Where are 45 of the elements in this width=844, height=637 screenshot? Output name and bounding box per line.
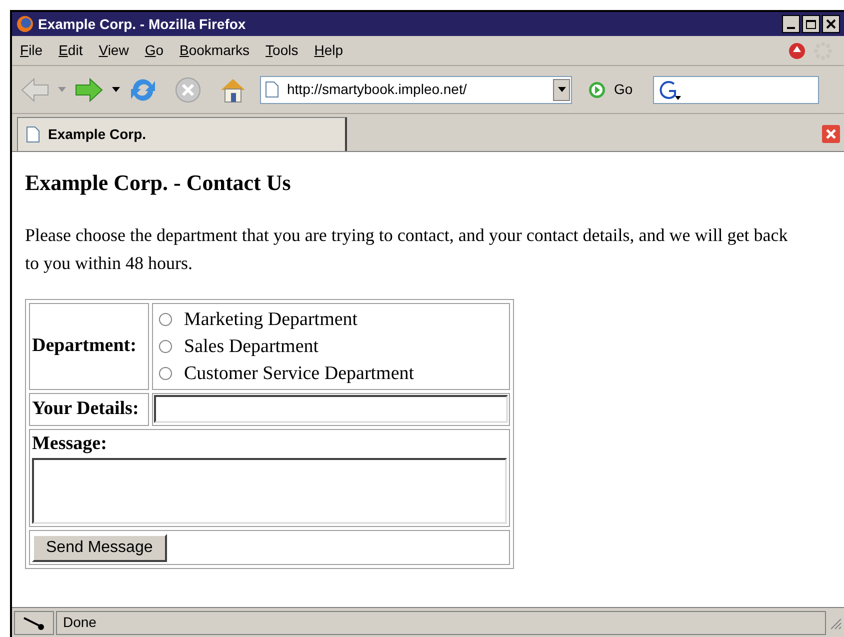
field-label: Department: xyxy=(32,335,136,356)
menu-item[interactable]: Bookmarks xyxy=(180,40,250,61)
menu-item[interactable]: Go xyxy=(144,40,164,61)
menu-item[interactable]: View xyxy=(98,40,129,61)
go-button[interactable]: Go xyxy=(614,79,633,100)
window-title: Example Corp. - Mozilla Firefox xyxy=(38,14,246,34)
details-input[interactable] xyxy=(154,395,508,424)
radio-label: Sales Department xyxy=(184,335,319,359)
radio-label: Customer Service Department xyxy=(184,362,414,386)
search-engine-icon[interactable] xyxy=(658,78,682,100)
search-field[interactable] xyxy=(652,76,819,104)
url-text: http://smartybook.impleo.net/ xyxy=(287,80,467,99)
radio-button[interactable] xyxy=(159,367,172,380)
intro-paragraph: Please choose the department that you are trying to contact, and your contact details, and we will get back to you within 48 hours. xyxy=(25,224,789,275)
minimize-button[interactable] xyxy=(782,15,800,33)
field-label: Your Details: xyxy=(32,398,139,419)
address-field[interactable]: http://smartybook.impleo.net/ xyxy=(260,76,572,104)
message-textarea[interactable] xyxy=(32,458,507,524)
pen-icon xyxy=(22,616,46,630)
caret-icon xyxy=(558,87,566,92)
page-icon xyxy=(265,81,279,98)
stop-icon[interactable] xyxy=(174,76,202,104)
radio-label: Marketing Department xyxy=(184,308,358,332)
radio-button[interactable] xyxy=(159,340,172,353)
close-icon xyxy=(826,19,836,29)
dropdown-button[interactable] xyxy=(553,78,570,100)
send-message-button[interactable]: Send Message xyxy=(32,534,167,562)
alert-icon[interactable] xyxy=(788,42,806,60)
radio-button[interactable] xyxy=(159,313,172,326)
close-tab-icon[interactable] xyxy=(822,125,840,143)
page-icon xyxy=(26,126,40,143)
status-text: Done xyxy=(63,613,96,632)
menu-item[interactable]: File xyxy=(20,40,43,61)
close-button[interactable] xyxy=(822,15,840,33)
maximize-button[interactable] xyxy=(802,15,820,33)
tab[interactable]: Example Corp. xyxy=(17,117,347,151)
resize-grip-icon[interactable] xyxy=(828,616,842,630)
caret-icon[interactable] xyxy=(112,86,120,92)
menu-item[interactable]: Help xyxy=(314,40,344,61)
menu-item[interactable]: Tools xyxy=(266,40,298,61)
forward-arrow-icon[interactable] xyxy=(74,76,104,102)
field-label: Message: xyxy=(32,432,108,456)
page-heading: Example Corp. - Contact Us xyxy=(25,169,292,197)
menu-item[interactable]: Edit xyxy=(58,40,83,61)
security-indicator[interactable] xyxy=(14,610,54,634)
